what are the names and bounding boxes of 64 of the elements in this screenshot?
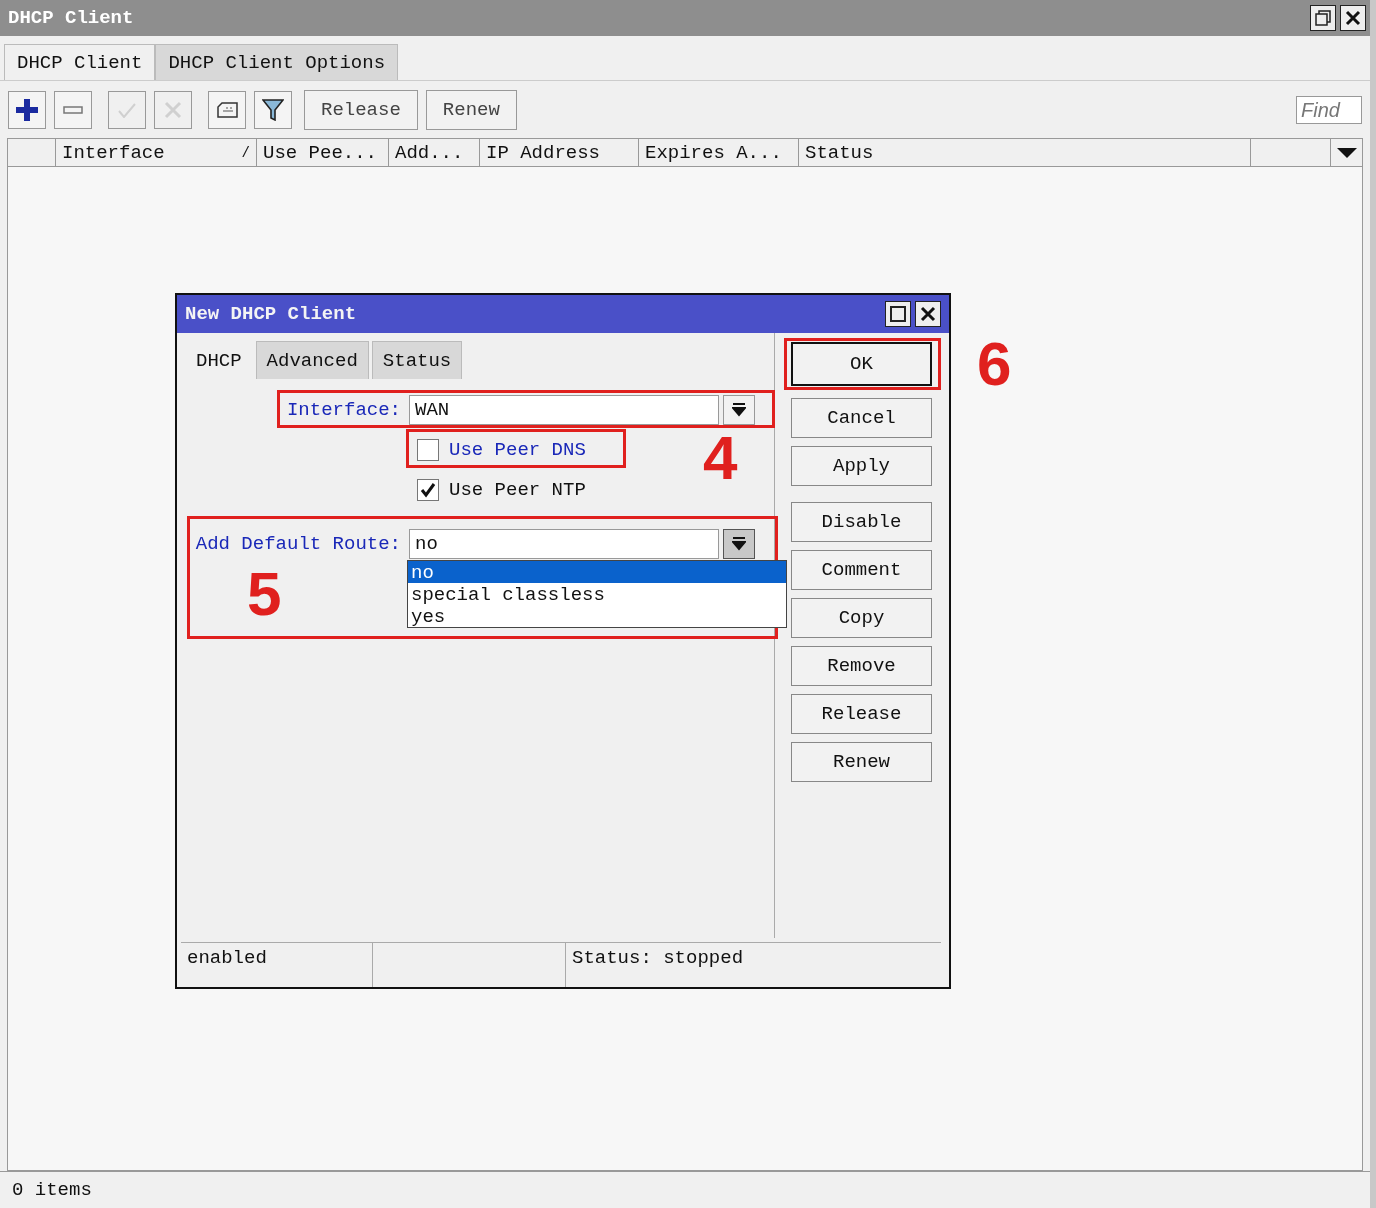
maximize-icon: [890, 306, 906, 322]
dropdown-button[interactable]: [723, 529, 755, 559]
item-count: 0 items: [12, 1179, 92, 1201]
dialog-button[interactable]: Remove: [791, 646, 932, 686]
toolbar-button[interactable]: Release: [304, 90, 418, 130]
check-icon: [118, 102, 136, 118]
toolbar-button[interactable]: [208, 91, 246, 129]
dropdown-option[interactable]: yes: [408, 605, 786, 627]
default-route-field[interactable]: no: [409, 529, 719, 559]
restore-icon: [1315, 10, 1331, 26]
annotation-number: 4: [703, 427, 738, 489]
checkbox-label: Use Peer NTP: [449, 479, 586, 501]
field-label: Interface:: [285, 399, 402, 421]
dialog-button[interactable]: Apply: [791, 446, 932, 486]
dropdown-icon: [732, 402, 746, 418]
dialog-button[interactable]: Release: [791, 694, 932, 734]
dropdown-option[interactable]: no: [408, 561, 786, 583]
checkbox-label: Use Peer DNS: [449, 439, 586, 461]
status-text: enabled: [181, 943, 373, 987]
interface-field[interactable]: WAN: [409, 395, 719, 425]
close-button[interactable]: [915, 301, 941, 327]
status-text: Status: stopped: [571, 946, 745, 971]
toolbar-button[interactable]: [8, 91, 46, 129]
column-header[interactable]: IP Address: [479, 139, 638, 166]
checkbox[interactable]: [417, 479, 439, 501]
dropdown-option[interactable]: special classless: [408, 583, 786, 605]
dropdown-icon: [732, 536, 746, 552]
find-field[interactable]: Find: [1296, 96, 1362, 124]
close-icon: [920, 306, 936, 322]
dialog-button[interactable]: Comment: [791, 550, 932, 590]
tab[interactable]: Advanced: [255, 341, 369, 379]
column-header[interactable]: Status: [798, 139, 1250, 166]
minus-icon: [63, 106, 83, 114]
close-button[interactable]: [1340, 5, 1366, 31]
toolbar-button[interactable]: Renew: [425, 90, 517, 130]
check-icon: [420, 482, 436, 498]
filter-icon: [262, 99, 284, 121]
dialog-button[interactable]: Copy: [791, 598, 932, 638]
sort-mark: /: [241, 144, 250, 161]
dialog-button[interactable]: Cancel: [791, 398, 932, 438]
close-icon: [1345, 10, 1361, 26]
dropdown-icon[interactable]: [1336, 146, 1357, 159]
tab[interactable]: DHCP Client Options: [155, 44, 399, 80]
tab[interactable]: DHCP Client: [4, 44, 156, 80]
column-header[interactable]: Add...: [388, 139, 479, 166]
dialog-button[interactable]: OK: [791, 342, 932, 386]
checkbox[interactable]: [417, 439, 439, 461]
annotation-number: 5: [247, 563, 282, 625]
tab[interactable]: Status: [371, 341, 463, 379]
field-label: Add Default Route:: [194, 533, 402, 555]
restore-button[interactable]: [1310, 5, 1336, 31]
toolbar-button[interactable]: [254, 91, 292, 129]
column-header[interactable]: Interface /: [55, 139, 256, 166]
dialog-title: New DHCP Client: [185, 303, 357, 325]
column-header[interactable]: Expires A...: [638, 139, 798, 166]
window-title: DHCP Client: [8, 7, 134, 29]
cross-icon: [164, 101, 182, 119]
note-icon: [216, 102, 238, 118]
maximize-button[interactable]: [885, 301, 911, 327]
dialog-button[interactable]: Renew: [791, 742, 932, 782]
plus-icon: [15, 98, 39, 122]
column-header[interactable]: Use Pee...: [256, 139, 388, 166]
annotation-number: 6: [977, 333, 1012, 395]
dialog-button[interactable]: Disable: [791, 502, 932, 542]
